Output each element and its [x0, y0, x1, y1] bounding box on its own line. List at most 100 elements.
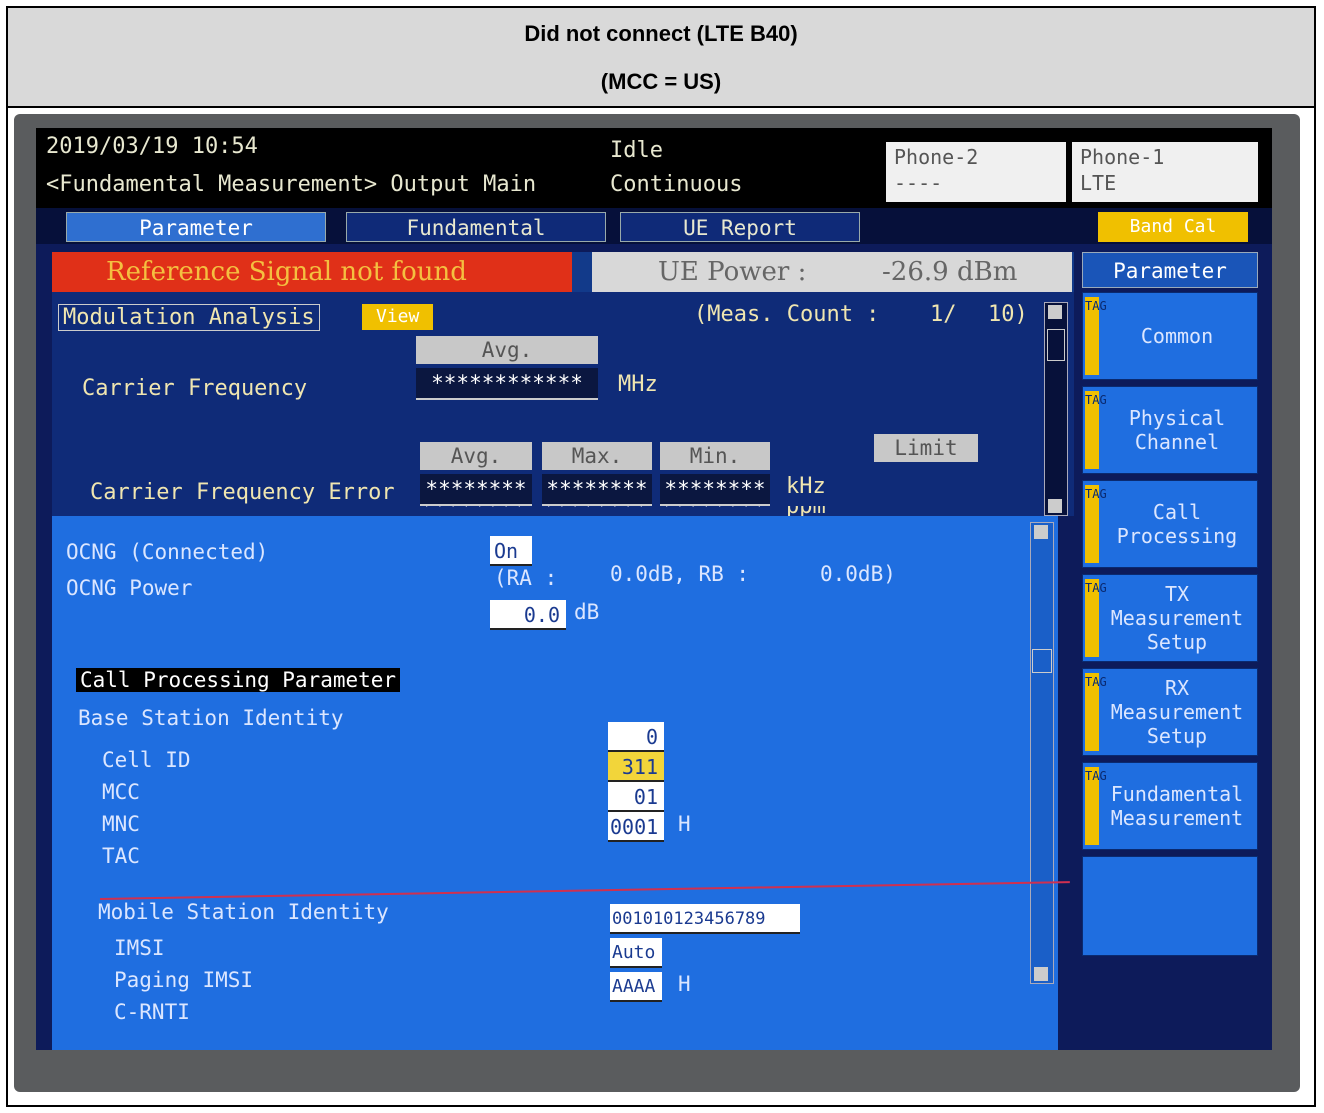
cfe-avg-value: ******** — [420, 474, 532, 506]
avg-header: Avg. — [416, 336, 598, 364]
sidebar-header: Parameter — [1082, 252, 1258, 288]
cfe-row2-avg: ******** — [420, 506, 526, 516]
carrier-frequency-label: Carrier Frequency — [82, 376, 308, 401]
scroll-down-icon[interactable] — [1048, 499, 1062, 513]
header-bar: 2019/03/19 10:54 <Fundamental Measuremen… — [36, 128, 1272, 208]
ocng-value[interactable]: On — [490, 536, 532, 566]
ocng-connected-label: OCNG (Connected) — [66, 540, 269, 564]
tab-ue-report[interactable]: UE Report — [620, 212, 860, 242]
meas-count-label: (Meas. Count : — [694, 302, 880, 327]
scroll-up-icon[interactable] — [1048, 305, 1062, 319]
sidebar: Parameter TAG Common TAG Physical Channe… — [1082, 252, 1272, 1050]
call-processing-section-title: Call Processing Parameter — [76, 668, 401, 692]
tag-indicator: TAG — [1085, 579, 1107, 657]
cfe-unit: kHz — [786, 474, 826, 499]
tag-indicator: TAG — [1085, 485, 1107, 563]
tac-unit: H — [678, 812, 691, 836]
mobile-station-identity-label: Mobile Station Identity — [98, 900, 389, 924]
sidebar-item-label: Physical Channel — [1128, 406, 1226, 454]
datetime: 2019/03/19 10:54 — [46, 134, 258, 159]
scroll-thumb[interactable] — [1047, 329, 1065, 361]
phone-1-panel[interactable]: Phone-1 LTE — [1072, 142, 1258, 202]
base-station-identity-label: Base Station Identity — [78, 706, 344, 730]
view-button[interactable]: View — [362, 304, 434, 330]
parameter-panel: OCNG (Connected) On OCNG Power (RA : 0.0… — [52, 516, 1058, 1050]
modulation-analysis-panel: Modulation Analysis View (Meas. Count : … — [52, 292, 1074, 516]
cfe-row2-min: ******** — [660, 506, 766, 516]
lower-scroll-up-icon[interactable] — [1034, 525, 1048, 539]
cell-id-input[interactable]: 0 — [608, 722, 664, 752]
figure-caption: Did not connect (LTE B40) (MCC = US) — [8, 8, 1314, 108]
c-rnti-input[interactable]: AAAA — [610, 972, 662, 1002]
continuous-label: Continuous — [610, 172, 743, 197]
sidebar-item-fundamental-measurement[interactable]: TAG Fundamental Measurement — [1082, 762, 1258, 850]
sidebar-item-common[interactable]: TAG Common — [1082, 292, 1258, 380]
ocng-power-input[interactable]: 0.0 — [490, 600, 566, 630]
cfe-min-value: ******** — [660, 474, 770, 506]
phone-2-panel[interactable]: Phone-2 ---- — [886, 142, 1066, 202]
phone-1-status: LTE — [1080, 171, 1117, 195]
meas-count-total: 10) — [988, 302, 1028, 327]
phone-2-status: ---- — [894, 171, 943, 195]
paging-imsi-input[interactable]: Auto — [610, 938, 662, 968]
reference-signal-error: Reference Signal not found — [52, 252, 572, 292]
tag-indicator: TAG — [1085, 391, 1107, 469]
tab-fundamental[interactable]: Fundamental — [346, 212, 606, 242]
mcc-input[interactable]: 311 — [608, 752, 664, 782]
modulation-analysis-title: Modulation Analysis — [58, 304, 320, 331]
band-cal-button[interactable]: Band Cal — [1098, 212, 1248, 242]
mnc-label: MNC — [102, 812, 140, 836]
tac-label: TAC — [102, 844, 140, 868]
paging-imsi-label: Paging IMSI — [114, 968, 254, 992]
sidebar-item-label: Fundamental Measurement — [1110, 782, 1244, 830]
caption-line-2: (MCC = US) — [600, 69, 722, 94]
instrument-screen: 2019/03/19 10:54 <Fundamental Measuremen… — [36, 128, 1272, 1050]
mcc-label: MCC — [102, 780, 140, 804]
ocng-ra-label: (RA : — [494, 566, 558, 590]
cfe-max-value: ******** — [542, 474, 652, 506]
cfe-second-row: ******** ******** ******** — [420, 506, 770, 516]
phone-1-label: Phone-1 — [1080, 145, 1165, 169]
tab-parameter[interactable]: Parameter — [66, 212, 326, 242]
sidebar-item-label: Call Processing — [1116, 500, 1238, 548]
sidebar-item-label: Common — [1140, 324, 1214, 348]
imsi-input[interactable]: 001010123456789 — [610, 904, 800, 934]
tab-bar: Parameter Fundamental UE Report Band Cal — [36, 208, 1272, 244]
cfe-max-header: Max. — [542, 442, 652, 470]
ocng-power-label: OCNG Power — [66, 576, 193, 600]
c-rnti-unit: H — [678, 972, 691, 996]
ue-power-label: UE Power : — [658, 257, 807, 287]
lower-scroll-thumb[interactable] — [1032, 649, 1052, 673]
sidebar-item-call-processing[interactable]: TAG Call Processing — [1082, 480, 1258, 568]
ocng-ra-value: 0.0dB, RB : — [610, 562, 750, 586]
ocng-rb-value: 0.0dB) — [820, 562, 896, 586]
ue-power-panel: UE Power : -26.9 dBm — [592, 252, 1072, 292]
tag-indicator: TAG — [1085, 297, 1107, 375]
state-label: Idle — [610, 138, 663, 163]
tac-input[interactable]: 0001 — [608, 812, 664, 842]
carrier-frequency-unit: MHz — [618, 372, 658, 397]
cfe-avg-header: Avg. — [420, 442, 532, 470]
cfe-min-header: Min. — [660, 442, 770, 470]
lower-scroll-down-icon[interactable] — [1034, 967, 1048, 981]
sidebar-item-label: TX Measurement Setup — [1110, 582, 1244, 654]
sidebar-item-physical-channel[interactable]: TAG Physical Channel — [1082, 386, 1258, 474]
lower-scrollbar[interactable] — [1030, 522, 1054, 984]
mnc-input[interactable]: 01 — [608, 782, 664, 812]
meas-count-value: 1/ — [930, 302, 957, 327]
sidebar-item-empty[interactable] — [1082, 856, 1258, 956]
status-bar: Reference Signal not found UE Power : -2… — [52, 252, 1074, 292]
cfe-row2-unit: ppm — [786, 506, 826, 516]
imsi-label: IMSI — [114, 936, 165, 960]
sidebar-item-rx-measurement-setup[interactable]: TAG RX Measurement Setup — [1082, 668, 1258, 756]
tag-indicator: TAG — [1085, 673, 1107, 751]
upper-scrollbar[interactable] — [1044, 302, 1068, 516]
sidebar-item-tx-measurement-setup[interactable]: TAG TX Measurement Setup — [1082, 574, 1258, 662]
c-rnti-label: C-RNTI — [114, 1000, 190, 1024]
cfe-row2-unit-wrap: ppm — [786, 506, 846, 516]
tag-indicator: TAG — [1085, 767, 1107, 845]
cfe-row2-max: ******** — [542, 506, 648, 516]
caption-line-1: Did not connect (LTE B40) — [524, 21, 798, 46]
mode-label: <Fundamental Measurement> Output Main — [46, 172, 537, 197]
limit-button[interactable]: Limit — [874, 434, 978, 462]
